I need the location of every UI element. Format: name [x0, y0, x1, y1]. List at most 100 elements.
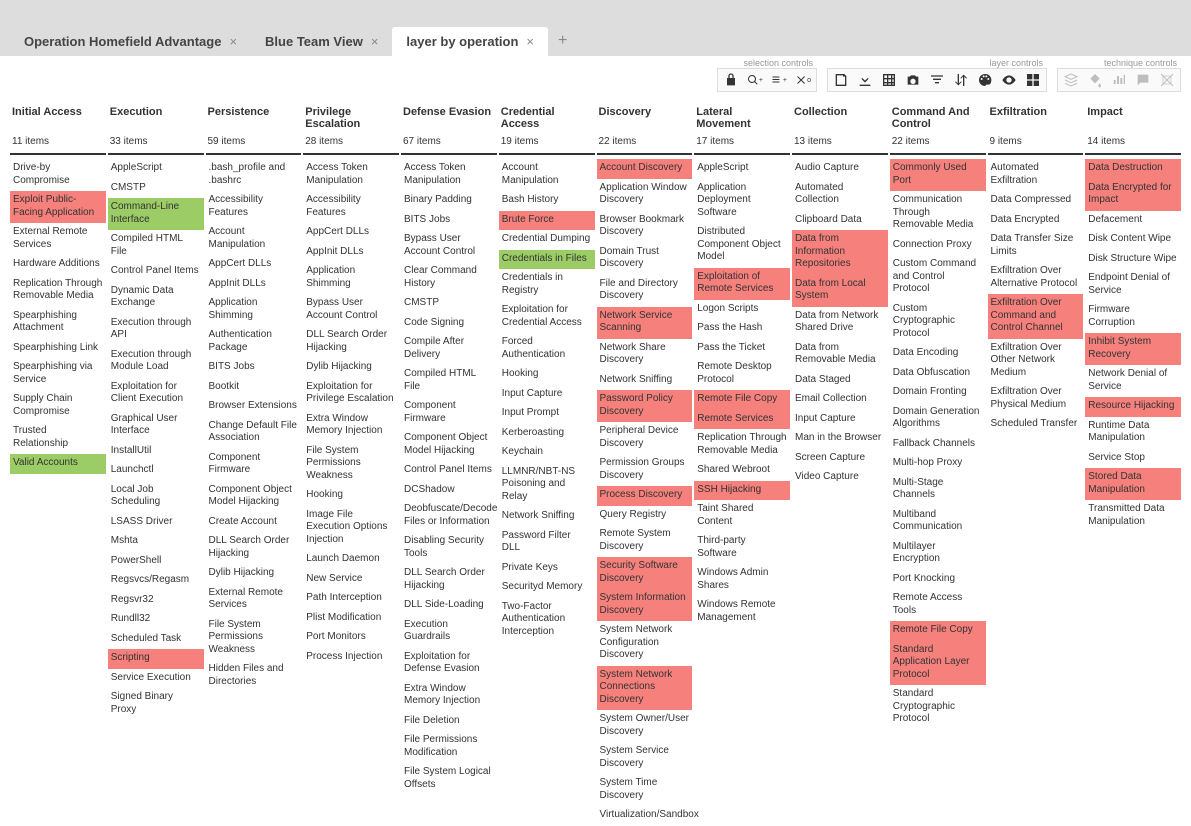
layer-info-icon[interactable]: [833, 72, 849, 88]
technique-cell[interactable]: Service Execution: [108, 669, 204, 689]
technique-cell[interactable]: Remote Access Tools: [890, 589, 986, 621]
technique-cell[interactable]: Component Firmware: [401, 397, 497, 429]
technique-cell[interactable]: Extra Window Memory Injection: [303, 410, 399, 442]
technique-cell[interactable]: Custom Command and Control Protocol: [890, 255, 986, 300]
technique-cell[interactable]: Execution through API: [108, 314, 204, 346]
technique-cell[interactable]: New Service: [303, 570, 399, 590]
technique-cell[interactable]: Port Monitors: [303, 628, 399, 648]
technique-cell[interactable]: Distributed Component Object Model: [694, 223, 790, 268]
download-icon[interactable]: [857, 72, 873, 88]
technique-cell[interactable]: Hooking: [303, 486, 399, 506]
technique-cell[interactable]: Data from Information Repositories: [792, 230, 888, 275]
technique-cell[interactable]: System Service Discovery: [597, 742, 693, 774]
technique-cell[interactable]: Spearphishing Attachment: [10, 307, 106, 339]
technique-cell[interactable]: Exploit Public-Facing Application: [10, 191, 106, 223]
technique-cell[interactable]: Browser Bookmark Discovery: [597, 211, 693, 243]
technique-cell[interactable]: Multi-Stage Channels: [890, 474, 986, 506]
technique-cell[interactable]: Taint Shared Content: [694, 500, 790, 532]
technique-cell[interactable]: Inhibit System Recovery: [1085, 333, 1181, 365]
close-icon[interactable]: ×: [371, 34, 379, 49]
technique-cell[interactable]: Exfiltration Over Command and Control Ch…: [988, 294, 1084, 339]
technique-cell[interactable]: Two-Factor Authentication Interception: [499, 598, 595, 643]
technique-cell[interactable]: Input Capture: [792, 410, 888, 430]
technique-cell[interactable]: Rundll32: [108, 610, 204, 630]
technique-cell[interactable]: Scheduled Task: [108, 630, 204, 650]
technique-cell[interactable]: Multilayer Encryption: [890, 538, 986, 570]
technique-cell[interactable]: File and Directory Discovery: [597, 275, 693, 307]
technique-cell[interactable]: System Network Configuration Discovery: [597, 621, 693, 666]
technique-cell[interactable]: Remote Services: [694, 410, 790, 430]
technique-cell[interactable]: Logon Scripts: [694, 300, 790, 320]
technique-cell[interactable]: Windows Remote Management: [694, 596, 790, 628]
technique-cell[interactable]: Defacement: [1085, 211, 1181, 231]
technique-cell[interactable]: Data from Network Shared Drive: [792, 307, 888, 339]
technique-cell[interactable]: Binary Padding: [401, 191, 497, 211]
technique-cell[interactable]: Valid Accounts: [10, 454, 106, 474]
technique-cell[interactable]: Account Manipulation: [206, 223, 302, 255]
technique-cell[interactable]: Dylib Hijacking: [206, 564, 302, 584]
technique-cell[interactable]: Domain Trust Discovery: [597, 243, 693, 275]
technique-cell[interactable]: BITS Jobs: [401, 211, 497, 231]
technique-cell[interactable]: AppleScript: [694, 159, 790, 179]
technique-cell[interactable]: Exfiltration Over Other Network Medium: [988, 339, 1084, 384]
technique-cell[interactable]: Replication Through Removable Media: [10, 275, 106, 307]
technique-cell[interactable]: Control Panel Items: [108, 262, 204, 282]
technique-cell[interactable]: DLL Search Order Hijacking: [303, 326, 399, 358]
technique-cell[interactable]: Network Sniffing: [597, 371, 693, 391]
technique-cell[interactable]: Permission Groups Discovery: [597, 454, 693, 486]
technique-cell[interactable]: Credentials in Registry: [499, 269, 595, 301]
technique-cell[interactable]: Data Staged: [792, 371, 888, 391]
technique-cell[interactable]: Execution Guardrails: [401, 616, 497, 648]
tactic-header[interactable]: Initial Access: [10, 104, 106, 134]
technique-cell[interactable]: Third-party Software: [694, 532, 790, 564]
technique-cell[interactable]: Compile After Delivery: [401, 333, 497, 365]
technique-cell[interactable]: Local Job Scheduling: [108, 481, 204, 513]
technique-cell[interactable]: Clear Command History: [401, 262, 497, 294]
technique-cell[interactable]: Query Registry: [597, 506, 693, 526]
lock-icon[interactable]: [723, 72, 739, 88]
technique-cell[interactable]: Standard Cryptographic Protocol: [890, 685, 986, 730]
color-setup-icon[interactable]: [977, 72, 993, 88]
technique-cell[interactable]: File Deletion: [401, 712, 497, 732]
technique-cell[interactable]: Application Deployment Software: [694, 179, 790, 224]
technique-cell[interactable]: Compiled HTML File: [401, 365, 497, 397]
technique-cell[interactable]: InstallUtil: [108, 442, 204, 462]
tactic-header[interactable]: Defense Evasion: [401, 104, 497, 134]
technique-cell[interactable]: Data Encoding: [890, 344, 986, 364]
technique-cell[interactable]: Scheduled Transfer: [988, 415, 1084, 435]
technique-cell[interactable]: Drive-by Compromise: [10, 159, 106, 191]
technique-cell[interactable]: Data Transfer Size Limits: [988, 230, 1084, 262]
technique-cell[interactable]: Windows Admin Shares: [694, 564, 790, 596]
technique-cell[interactable]: Virtualization/Sandbox: [597, 806, 693, 826]
technique-cell[interactable]: Keychain: [499, 443, 595, 463]
technique-cell[interactable]: Standard Application Layer Protocol: [890, 641, 986, 686]
technique-cell[interactable]: Access Token Manipulation: [401, 159, 497, 191]
technique-cell[interactable]: PowerShell: [108, 552, 204, 572]
technique-cell[interactable]: Kerberoasting: [499, 424, 595, 444]
technique-cell[interactable]: Pass the Hash: [694, 319, 790, 339]
technique-cell[interactable]: Input Prompt: [499, 404, 595, 424]
technique-cell[interactable]: Disabling Security Tools: [401, 532, 497, 564]
technique-cell[interactable]: Network Sniffing: [499, 507, 595, 527]
technique-cell[interactable]: Runtime Data Manipulation: [1085, 417, 1181, 449]
technique-cell[interactable]: Bypass User Account Control: [303, 294, 399, 326]
technique-cell[interactable]: Remote System Discovery: [597, 525, 693, 557]
technique-cell[interactable]: Brute Force: [499, 211, 595, 231]
add-tab-button[interactable]: +: [548, 26, 577, 56]
technique-cell[interactable]: Service Stop: [1085, 449, 1181, 469]
technique-cell[interactable]: Account Discovery: [597, 159, 693, 179]
export-table-icon[interactable]: [881, 72, 897, 88]
close-icon[interactable]: ×: [526, 34, 534, 49]
technique-cell[interactable]: Component Firmware: [206, 449, 302, 481]
technique-cell[interactable]: Hardware Additions: [10, 255, 106, 275]
technique-cell[interactable]: Automated Exfiltration: [988, 159, 1084, 191]
technique-cell[interactable]: Plist Modification: [303, 609, 399, 629]
technique-cell[interactable]: AppCert DLLs: [303, 223, 399, 243]
technique-cell[interactable]: Exfiltration Over Physical Medium: [988, 383, 1084, 415]
technique-cell[interactable]: Network Denial of Service: [1085, 365, 1181, 397]
filter-icon[interactable]: [929, 72, 945, 88]
technique-cell[interactable]: Commonly Used Port: [890, 159, 986, 191]
technique-cell[interactable]: Browser Extensions: [206, 397, 302, 417]
background-color-icon[interactable]: [1087, 72, 1103, 88]
technique-cell[interactable]: Application Shimming: [206, 294, 302, 326]
